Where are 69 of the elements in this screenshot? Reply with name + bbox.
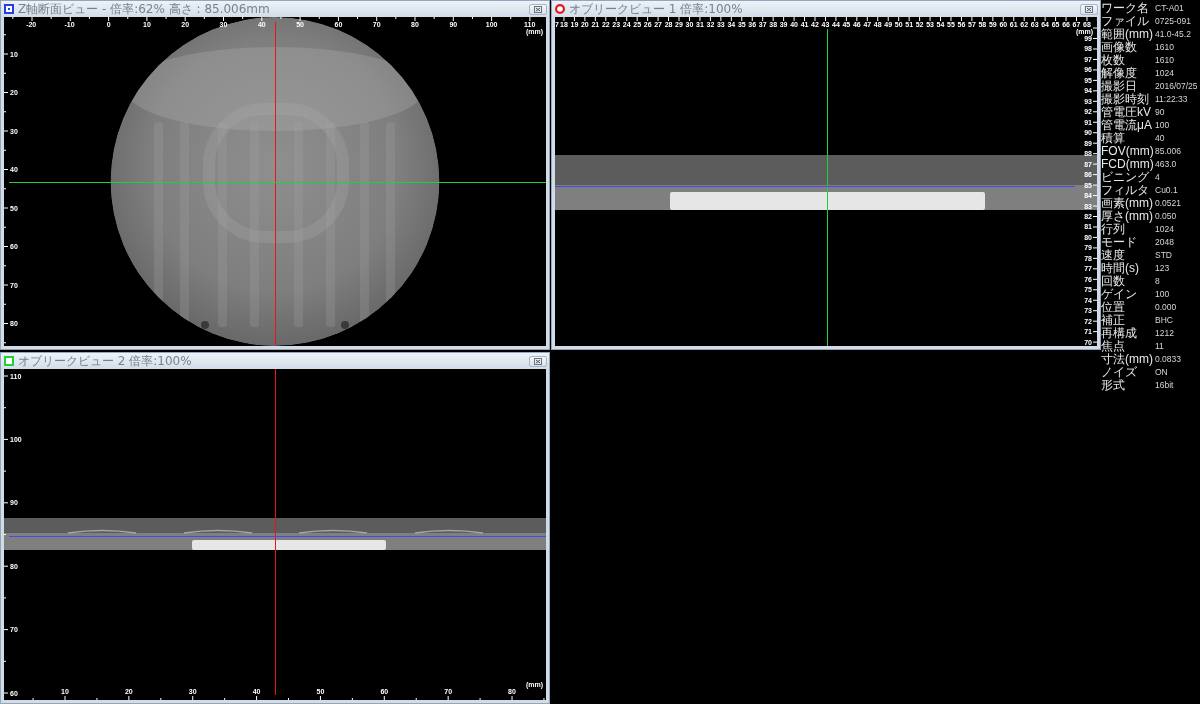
info-label: FCD(mm)	[1101, 158, 1155, 171]
close-icon	[534, 5, 542, 13]
close-button[interactable]	[529, 3, 547, 15]
info-value: STD	[1155, 249, 1173, 262]
info-value: Cu0.1	[1155, 184, 1179, 197]
info-label: モード	[1101, 236, 1138, 249]
info-value: 41.0-45.2	[1155, 28, 1192, 41]
window-title: オブリークビュー 2 倍率:100%	[18, 354, 192, 368]
info-value: 1610	[1155, 54, 1175, 67]
info-label: 管電流μA	[1101, 119, 1153, 132]
info-label: 行列	[1101, 223, 1125, 236]
info-value: 16bit	[1155, 379, 1175, 392]
info-value: 11:22:33	[1155, 93, 1189, 106]
info-label: ノイズ	[1101, 366, 1137, 379]
info-value: 100	[1155, 288, 1171, 301]
info-value: 8	[1155, 275, 1161, 288]
info-value: 11	[1155, 340, 1165, 353]
info-label: 速度	[1101, 249, 1126, 262]
info-label: 撮影時刻	[1101, 93, 1150, 106]
close-button[interactable]	[529, 355, 547, 367]
info-label: ゲイン	[1101, 288, 1138, 301]
info-value: 463.0	[1155, 158, 1178, 171]
info-label: ビニング	[1101, 171, 1149, 184]
info-value: 100	[1155, 119, 1171, 132]
info-label: 形式	[1101, 379, 1126, 392]
info-value: 85.006	[1155, 145, 1182, 158]
window-title: Z軸断面ビュー - 倍率:62% 高さ : 85.006mm	[18, 2, 270, 16]
info-label: 撮影日	[1101, 80, 1138, 93]
window-title: オブリークビュー 1 倍率:100%	[569, 2, 743, 16]
info-label: ファイル	[1101, 15, 1150, 28]
info-value: 1024	[1155, 67, 1175, 80]
info-value: 0.0521	[1155, 197, 1182, 210]
info-value: 90	[1155, 106, 1166, 119]
info-value: 0.050	[1155, 210, 1178, 223]
info-label: 位置	[1101, 301, 1126, 314]
info-value: 1024	[1155, 223, 1175, 236]
info-value: 2048	[1155, 236, 1175, 249]
info-label: 画素(mm)	[1101, 197, 1154, 210]
info-value: 123	[1155, 262, 1171, 275]
info-label: 補正	[1101, 314, 1126, 327]
info-value: 0.000	[1155, 301, 1178, 314]
info-value: BHC	[1155, 314, 1174, 327]
info-label: 枚数	[1101, 54, 1126, 67]
info-value: 4	[1155, 171, 1161, 184]
info-label: 焦点	[1101, 340, 1126, 353]
close-icon	[1085, 5, 1093, 13]
info-label: FOV(mm)	[1101, 145, 1155, 158]
info-value: 0.0833	[1155, 353, 1182, 366]
info-label: 管電圧kV	[1101, 106, 1152, 119]
info-label: 解像度	[1101, 67, 1138, 80]
info-value: 1610	[1155, 41, 1175, 54]
info-value: 1212	[1155, 327, 1175, 340]
info-label: フィルタ	[1101, 184, 1150, 197]
info-label: 画像数	[1101, 41, 1137, 54]
info-value: CT-A01	[1155, 2, 1185, 15]
info-label: 寸法(mm)	[1101, 353, 1154, 366]
info-value: ON	[1155, 366, 1169, 379]
info-value: 40	[1155, 132, 1166, 145]
info-label: 積算	[1101, 132, 1125, 145]
info-label: 回数	[1101, 275, 1125, 288]
info-label: ワーク名	[1101, 2, 1150, 15]
info-label: 厚さ(mm)	[1101, 210, 1154, 223]
info-value: 2016/07/25	[1155, 80, 1199, 93]
info-value: 0725-091	[1155, 15, 1192, 28]
info-label: 時間(s)	[1101, 262, 1140, 275]
close-button[interactable]	[1080, 3, 1098, 15]
close-icon	[534, 357, 542, 365]
info-label: 範囲(mm)	[1101, 28, 1154, 41]
info-label: 再構成	[1101, 327, 1138, 340]
